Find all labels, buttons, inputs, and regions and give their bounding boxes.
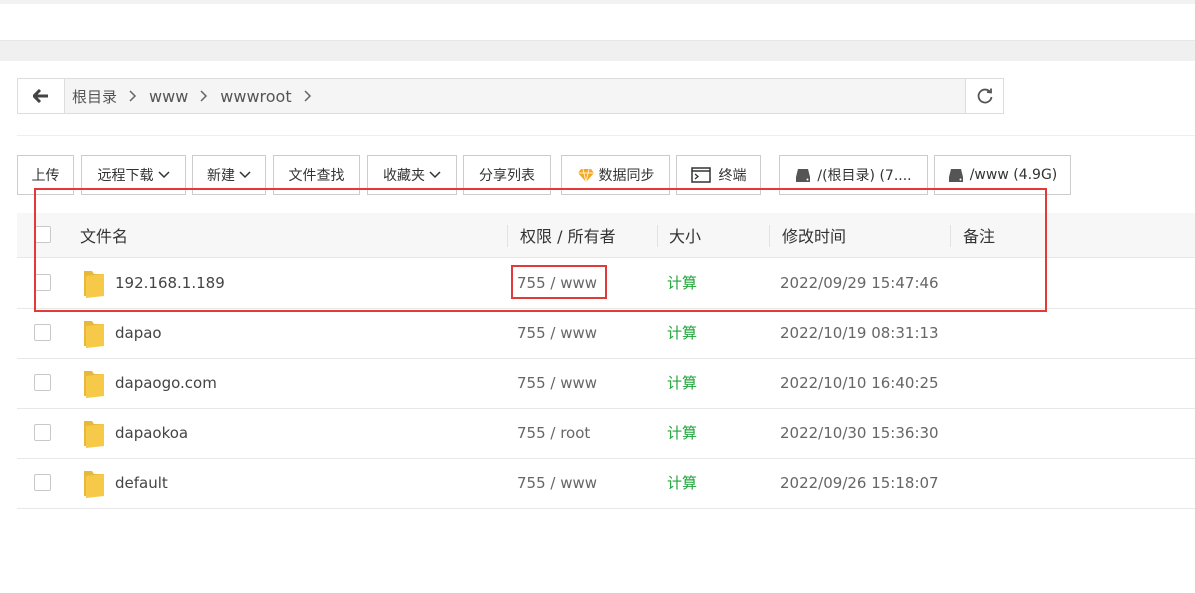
- folder-icon: [84, 421, 104, 448]
- file-size-calc[interactable]: 计算: [667, 308, 697, 357]
- disk-www-label: /www (4.9G): [969, 167, 1058, 183]
- table-row[interactable]: dapaokoa 755 / root 计算 2022/10/30 15:36:…: [17, 408, 1195, 459]
- refresh-icon: [977, 88, 992, 104]
- data-sync-label: 数据同步: [598, 168, 655, 184]
- column-divider[interactable]: [657, 225, 658, 247]
- col-note: 备注: [963, 227, 996, 246]
- column-divider[interactable]: [507, 225, 508, 247]
- file-perm[interactable]: 755 / www: [517, 358, 597, 407]
- row-checkbox[interactable]: [34, 474, 51, 491]
- file-mtime: 2022/10/19 08:31:13: [780, 323, 939, 342]
- row-checkbox[interactable]: [34, 424, 51, 441]
- terminal-label: 终端: [718, 168, 747, 184]
- file-search-button[interactable]: 文件查找: [273, 155, 360, 195]
- col-perm[interactable]: 权限 / 所有者: [520, 213, 616, 257]
- col-mtime[interactable]: 修改时间: [782, 213, 846, 257]
- file-mtime: 2022/10/30 15:36:30: [780, 423, 939, 442]
- column-divider[interactable]: [769, 225, 770, 247]
- chevron-right-icon: [129, 90, 137, 102]
- file-mtime: 2022/09/29 15:47:46: [780, 273, 939, 292]
- file-name[interactable]: dapao: [115, 308, 162, 357]
- file-size-calc[interactable]: 计算: [667, 408, 697, 457]
- file-perm[interactable]: 755 / www: [517, 458, 597, 507]
- table-row[interactable]: 192.168.1.189 755 / www 计算 2022/09/29 15…: [17, 258, 1195, 309]
- file-table-header: 文件名 权限 / 所有者 大小 修改时间 备注: [17, 213, 1195, 258]
- file-search-label: 文件查找: [288, 168, 345, 184]
- file-perm[interactable]: 755 / root: [517, 408, 590, 457]
- arrow-left-icon: [33, 89, 48, 103]
- table-row[interactable]: dapaogo.com 755 / www 计算 2022/10/10 16:4…: [17, 358, 1195, 409]
- chevron-right-icon: [200, 90, 208, 102]
- path-bar: 根目录 www wwwroot: [17, 78, 1004, 114]
- favorites-label: 收藏夹: [383, 168, 425, 184]
- remote-download-label: 远程下载: [97, 168, 154, 184]
- back-button[interactable]: [18, 79, 65, 113]
- folder-icon: [84, 271, 104, 298]
- diamond-icon: [577, 168, 594, 182]
- top-border: [0, 0, 1195, 4]
- file-name[interactable]: dapaogo.com: [115, 358, 217, 407]
- row-checkbox[interactable]: [34, 324, 51, 341]
- share-list-button[interactable]: 分享列表: [463, 155, 551, 195]
- disk-root-button[interactable]: /(根目录) (7....: [779, 155, 928, 195]
- upload-label: 上传: [31, 168, 60, 184]
- chevron-right-icon: [304, 90, 312, 102]
- file-perm[interactable]: 755 / www: [517, 258, 597, 307]
- file-mtime: 2022/09/26 15:18:07: [780, 473, 939, 492]
- remote-download-button[interactable]: 远程下载: [81, 155, 186, 195]
- col-size[interactable]: 大小: [669, 213, 701, 257]
- table-row[interactable]: dapao 755 / www 计算 2022/10/19 08:31:13: [17, 308, 1195, 359]
- file-name[interactable]: dapaokoa: [115, 408, 188, 457]
- header-band: [0, 40, 1195, 61]
- data-sync-button[interactable]: 数据同步: [561, 155, 670, 195]
- terminal-icon: [690, 167, 711, 183]
- disk-www-button[interactable]: /www (4.9G): [934, 155, 1071, 195]
- chevron-down-icon: [157, 171, 170, 179]
- row-checkbox[interactable]: [34, 374, 51, 391]
- column-divider[interactable]: [950, 225, 951, 247]
- chevron-down-icon: [429, 171, 441, 179]
- terminal-button[interactable]: 终端: [676, 155, 761, 195]
- file-name[interactable]: default: [115, 458, 168, 507]
- refresh-button[interactable]: [965, 79, 1003, 113]
- file-size-calc[interactable]: 计算: [667, 458, 697, 507]
- disk-icon: [948, 169, 963, 182]
- new-button[interactable]: 新建: [192, 155, 266, 195]
- new-label: 新建: [207, 168, 235, 184]
- file-perm[interactable]: 755 / www: [517, 308, 597, 357]
- row-checkbox[interactable]: [34, 274, 51, 291]
- col-name[interactable]: 文件名: [80, 213, 128, 257]
- file-size-calc[interactable]: 计算: [667, 358, 697, 407]
- file-size-calc[interactable]: 计算: [667, 258, 697, 307]
- table-row[interactable]: default 755 / www 计算 2022/09/26 15:18:07: [17, 458, 1195, 509]
- upload-button[interactable]: 上传: [17, 155, 74, 195]
- breadcrumb: 根目录 www wwwroot: [72, 79, 324, 113]
- disk-root-label: /(根目录) (7....: [817, 168, 912, 184]
- disk-icon: [796, 169, 811, 182]
- share-list-label: 分享列表: [479, 168, 535, 184]
- breadcrumb-root[interactable]: 根目录: [72, 86, 117, 107]
- folder-icon: [84, 321, 104, 348]
- file-name[interactable]: 192.168.1.189: [115, 258, 225, 307]
- breadcrumb-www[interactable]: www: [149, 87, 188, 106]
- divider: [17, 135, 1195, 136]
- select-all-checkbox[interactable]: [34, 226, 51, 243]
- breadcrumb-wwwroot[interactable]: wwwroot: [220, 87, 291, 106]
- folder-icon: [84, 471, 104, 498]
- favorites-button[interactable]: 收藏夹: [367, 155, 457, 195]
- file-mtime: 2022/10/10 16:40:25: [780, 373, 939, 392]
- folder-icon: [84, 371, 104, 398]
- chevron-down-icon: [239, 171, 251, 179]
